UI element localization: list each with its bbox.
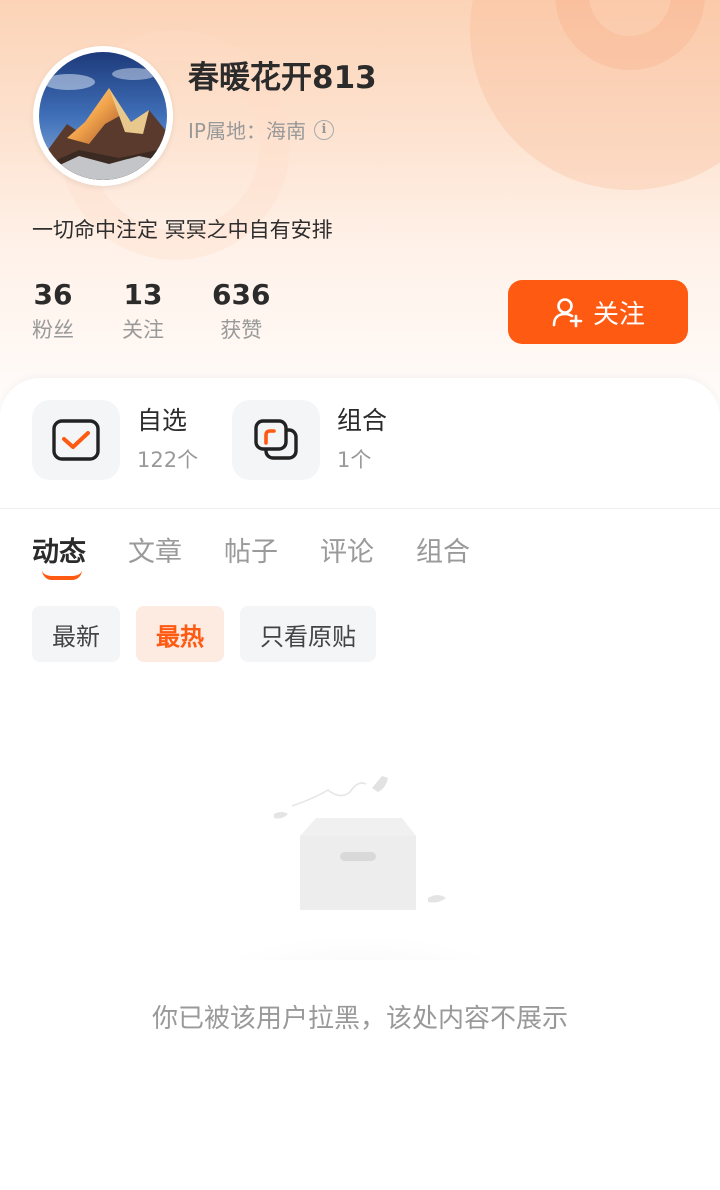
stat-label: 获赞	[220, 318, 263, 342]
tab-label: 评论	[320, 537, 374, 568]
bio: 一切命中注定 冥冥之中自有安排	[32, 218, 333, 242]
stat-number: 13	[123, 278, 163, 311]
stat-following[interactable]: 13 关注	[122, 278, 164, 344]
divider	[0, 508, 720, 509]
filter-chips: 最新 最热 只看原贴	[32, 606, 376, 662]
avatar-image	[39, 52, 167, 180]
checkbox-icon	[52, 419, 100, 461]
shortcut-count: 1个	[337, 448, 372, 472]
stats-row: 36 粉丝 13 关注 636 获赞	[32, 278, 318, 344]
tab-bar: 动态 文章 帖子 评论 组合	[32, 530, 512, 580]
shortcut-count: 122个	[137, 448, 199, 472]
filter-latest[interactable]: 最新	[32, 606, 120, 662]
username: 春暖花开813	[188, 60, 377, 96]
follow-button[interactable]: 关注	[508, 280, 688, 344]
tab-posts[interactable]: 帖子	[224, 530, 278, 580]
shortcut-title: 组合	[337, 406, 388, 435]
shortcut-tile	[32, 400, 120, 480]
ip-location: IP属地：海南 i	[188, 115, 334, 144]
shortcut-tile	[232, 400, 320, 480]
tab-label: 文章	[128, 537, 182, 568]
stat-fans[interactable]: 36 粉丝	[32, 278, 74, 344]
tab-articles[interactable]: 文章	[128, 530, 182, 580]
active-tab-indicator	[42, 570, 82, 580]
add-user-icon	[552, 298, 583, 328]
stat-label: 粉丝	[32, 318, 74, 342]
tab-label: 帖子	[224, 537, 278, 568]
tab-dynamics[interactable]: 动态	[32, 530, 86, 580]
filter-hottest[interactable]: 最热	[136, 606, 224, 662]
ip-location-text: IP属地：海南	[188, 119, 306, 143]
shortcut-watchlist[interactable]: 自选 122个	[32, 400, 198, 480]
avatar[interactable]	[33, 46, 173, 186]
tab-label: 动态	[32, 537, 86, 568]
stat-number: 36	[33, 278, 73, 311]
info-icon[interactable]: i	[313, 119, 334, 140]
stat-number: 636	[212, 278, 271, 311]
stat-label: 关注	[122, 318, 164, 342]
portfolio-icon	[254, 419, 298, 460]
tab-label: 组合	[416, 537, 470, 568]
tab-comments[interactable]: 评论	[320, 530, 374, 580]
content-card: 自选 122个 组合 1个 动态 文章 帖子 评论 组合 最新 最热 只看原贴 …	[0, 378, 720, 1190]
stat-likes[interactable]: 636 获赞	[212, 278, 270, 344]
filter-original-only[interactable]: 只看原贴	[240, 606, 376, 662]
tab-portfolio[interactable]: 组合	[416, 530, 470, 580]
empty-box-icon	[210, 776, 510, 960]
follow-button-label: 关注	[592, 299, 645, 330]
shortcut-title: 自选	[137, 406, 188, 435]
empty-state-message: 你已被该用户拉黑，该处内容不展示	[151, 1004, 568, 1034]
shortcut-portfolio[interactable]: 组合 1个	[232, 400, 387, 480]
